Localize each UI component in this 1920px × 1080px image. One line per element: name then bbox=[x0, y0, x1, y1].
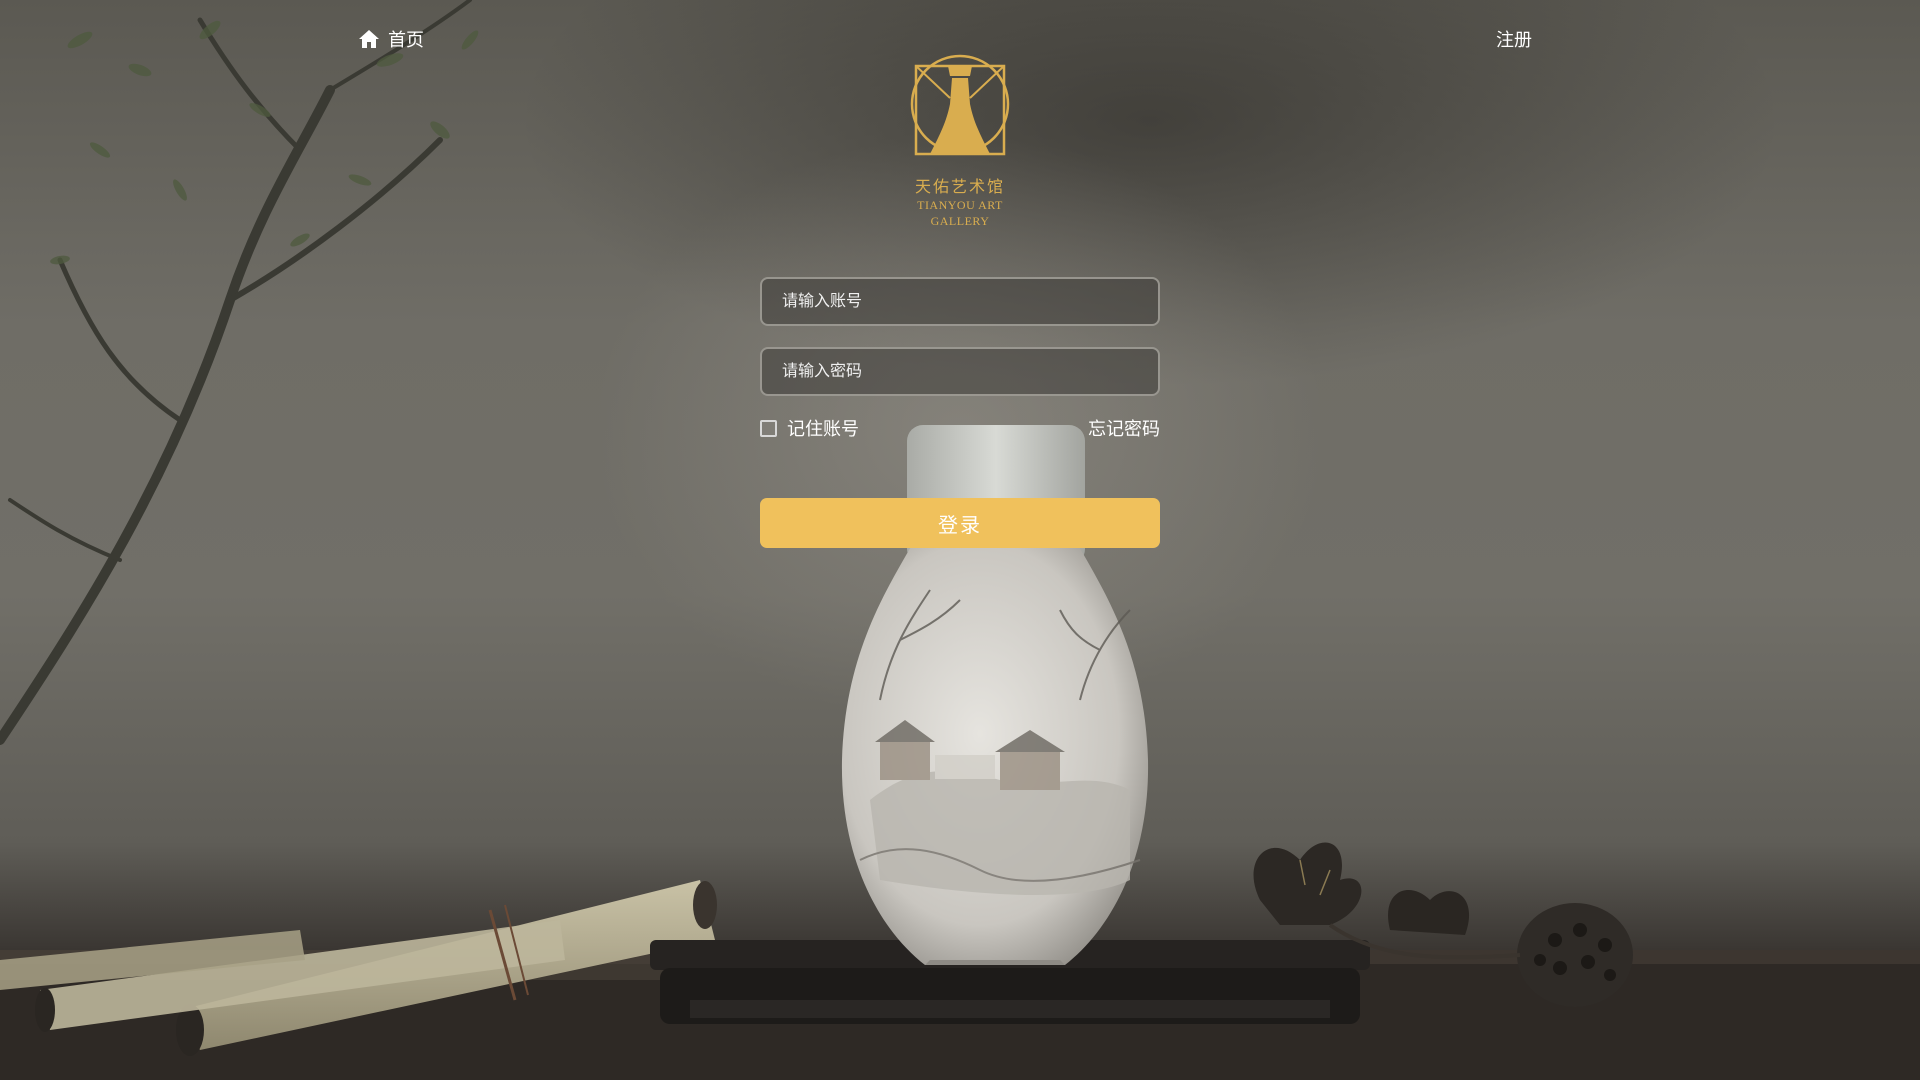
gallery-logo-mark bbox=[910, 54, 1010, 156]
remember-account-checkbox[interactable] bbox=[760, 419, 777, 437]
remember-account-label: 记住账号 bbox=[787, 419, 859, 439]
remember-account-option[interactable]: 记住账号 bbox=[760, 415, 859, 441]
gallery-logo: 天佑艺术馆 TIANYOU ART GALLERY bbox=[900, 54, 1020, 229]
gallery-name-en-line1: TIANYOU ART bbox=[917, 198, 1003, 212]
home-icon bbox=[359, 30, 379, 48]
nav-register-link[interactable]: 注册 bbox=[1496, 26, 1532, 52]
login-button[interactable]: 登录 bbox=[760, 498, 1160, 548]
nav-home-label: 首页 bbox=[388, 30, 424, 50]
gallery-name-cn: 天佑艺术馆 bbox=[914, 177, 1005, 196]
gallery-name-en-line2: GALLERY bbox=[930, 214, 990, 228]
login-form: 记住账号 忘记密码 登录 bbox=[760, 277, 1160, 548]
login-options-row: 记住账号 忘记密码 bbox=[760, 415, 1160, 441]
nav-home-link[interactable]: 首页 bbox=[358, 24, 424, 54]
password-input[interactable] bbox=[760, 347, 1160, 396]
forgot-password-link[interactable]: 忘记密码 bbox=[1088, 415, 1160, 441]
account-input[interactable] bbox=[760, 277, 1160, 326]
